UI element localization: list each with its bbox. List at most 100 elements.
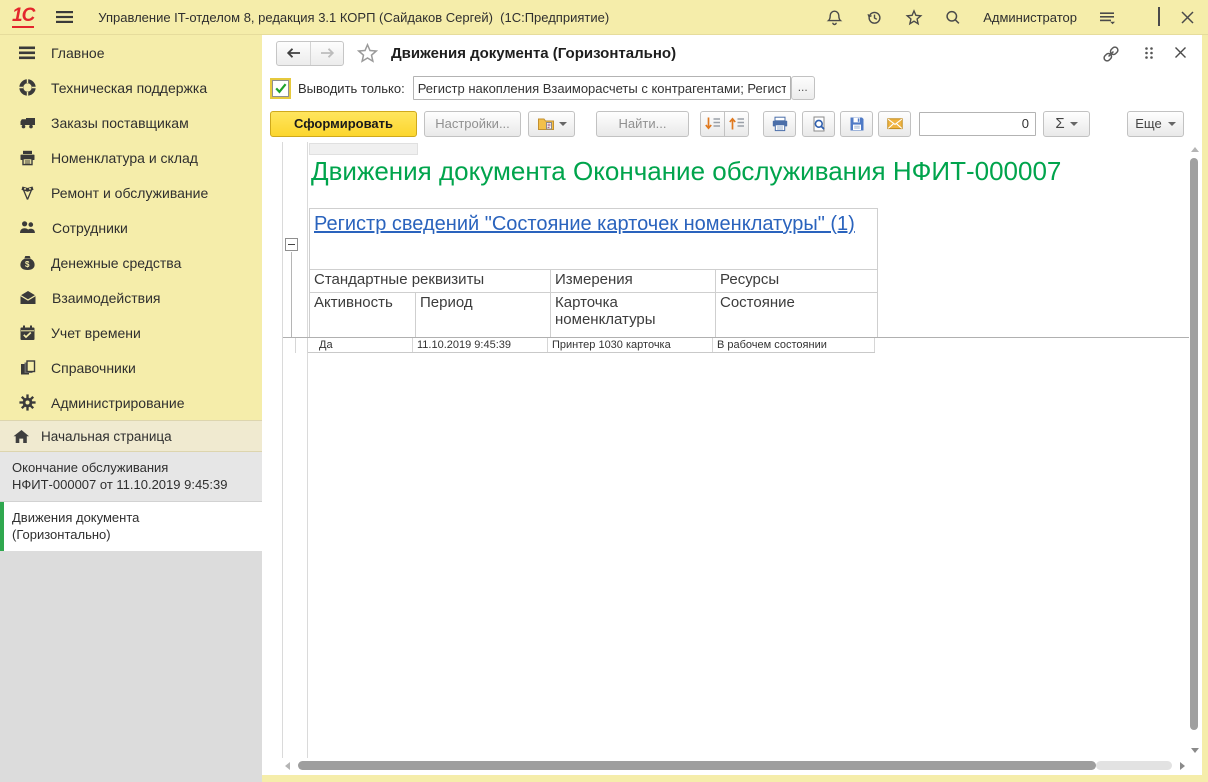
books-icon: [19, 360, 36, 376]
sort-ascending-button[interactable]: [724, 111, 749, 137]
chevron-down-icon: [559, 122, 567, 126]
send-email-button[interactable]: [878, 111, 911, 137]
window-right-edge: [1202, 35, 1208, 782]
horizontal-scrollbar[interactable]: [282, 758, 1188, 774]
forward-button[interactable]: [310, 42, 343, 65]
sidebar-item-interactions[interactable]: Взаимодействия: [0, 280, 262, 315]
app-titlebar: 1С Управление IT-отделом 8, редакция 3.1…: [0, 0, 1208, 35]
group-connector-line: [291, 252, 292, 337]
get-link-icon[interactable]: [1100, 44, 1122, 64]
window-header: Движения документа (Горизонтально): [262, 35, 1202, 71]
save-floppy-icon: [848, 116, 866, 132]
truck-icon: [19, 115, 36, 130]
column-header-row: Активность Период Карточка номенклатуры …: [310, 293, 877, 337]
menu-icon: [19, 46, 36, 60]
service-menu-icon[interactable]: [1098, 9, 1116, 26]
group-header-row: Стандартные реквизиты Измерения Ресурсы: [310, 270, 877, 293]
favorites-star-icon[interactable]: [905, 9, 923, 26]
vertical-scrollbar[interactable]: [1188, 142, 1201, 758]
scroll-left-arrow[interactable]: [285, 762, 290, 770]
window-bottom-edge: [262, 775, 1208, 782]
report-title: Движения документа Окончание обслуживани…: [311, 154, 1189, 188]
envelope-icon: [19, 290, 37, 305]
settings-button[interactable]: Настройки...: [424, 111, 521, 137]
save-button[interactable]: [840, 111, 873, 137]
registers-filter-input[interactable]: [413, 76, 791, 100]
mail-envelope-icon: [886, 116, 904, 131]
close-window-icon[interactable]: [1174, 46, 1187, 59]
main-window: Движения документа (Горизонтально) Вывод…: [262, 35, 1208, 782]
column-header-cell: Карточка номенклатуры: [550, 293, 715, 337]
close-app-button[interactable]: [1181, 11, 1194, 24]
calendar-check-icon: [19, 325, 36, 341]
collapse-group-button[interactable]: [285, 238, 298, 251]
sidebar-item-nomenclature[interactable]: Номенклатура и склад: [0, 140, 262, 175]
sidebar-empty-area: [0, 551, 262, 782]
main-menu-icon[interactable]: [56, 10, 74, 24]
sidebar-item-administration[interactable]: Администрирование: [0, 385, 262, 420]
scroll-up-arrow[interactable]: [1191, 147, 1199, 152]
table-cell: 11.10.2019 9:45:39: [413, 338, 548, 352]
find-button[interactable]: Найти...: [596, 111, 689, 137]
chevron-down-icon: [1070, 122, 1078, 126]
people-icon: [19, 220, 37, 235]
app-title: Управление IT-отделом 8, редакция 3.1 КО…: [98, 10, 609, 25]
current-user-label[interactable]: Администратор: [983, 10, 1077, 25]
report-variants-button[interactable]: [528, 111, 575, 137]
history-icon[interactable]: [865, 9, 884, 26]
sidebar-item-directories[interactable]: Справочники: [0, 350, 262, 385]
chevron-down-icon: [1168, 122, 1176, 126]
group-header-cell: Измерения: [550, 270, 715, 292]
back-button[interactable]: [277, 42, 310, 65]
table-row: Да 11.10.2019 9:45:39 Принтер 1030 карто…: [283, 337, 1189, 353]
column-header-cell: Период: [415, 293, 550, 337]
print-preview-button[interactable]: [802, 111, 835, 137]
sidebar-item-repair[interactable]: Ремонт и обслуживание: [0, 175, 262, 210]
maximize-button[interactable]: [1158, 8, 1160, 26]
show-only-checkbox[interactable]: [272, 80, 289, 97]
more-menu-dots-icon[interactable]: [1143, 45, 1155, 61]
favorite-star-icon[interactable]: [357, 43, 378, 63]
sidebar-home-page[interactable]: Начальная страница: [0, 420, 262, 452]
sidebar: Главное Техническая поддержка Заказы пос…: [0, 35, 262, 782]
column-header-cell: Активность: [310, 293, 415, 337]
register-link-cell: Регистр сведений "Состояние карточек ном…: [310, 209, 877, 270]
more-actions-button[interactable]: Еще: [1127, 111, 1184, 137]
sidebar-item-time-tracking[interactable]: Учет времени: [0, 315, 262, 350]
vertical-scroll-thumb[interactable]: [1190, 158, 1198, 730]
grouping-strip: [283, 142, 308, 758]
sidebar-item-employees[interactable]: Сотрудники: [0, 210, 262, 245]
horizontal-scroll-thumb[interactable]: [298, 761, 1096, 770]
preview-icon: [810, 116, 828, 132]
window-title: Движения документа (Горизонтально): [391, 45, 676, 62]
table-cell: Принтер 1030 карточка: [548, 338, 713, 352]
open-window-item-document[interactable]: Окончание обслуживания НФИТ-000007 от 11…: [0, 452, 262, 502]
print-button[interactable]: [763, 111, 796, 137]
group-header-cell: Стандартные реквизиты: [310, 270, 550, 292]
register-link[interactable]: Регистр сведений "Состояние карточек ном…: [314, 213, 855, 235]
printer-icon: [19, 150, 36, 166]
table-cell: В рабочем состоянии: [713, 338, 875, 352]
sidebar-item-money[interactable]: $ Денежные средства: [0, 245, 262, 280]
show-only-label[interactable]: Выводить только:: [298, 81, 405, 96]
horizontal-scroll-track[interactable]: [1096, 761, 1172, 770]
scroll-down-arrow[interactable]: [1191, 748, 1199, 753]
autosum-sigma-button[interactable]: Σ: [1043, 111, 1090, 137]
column-header-cell: Состояние: [715, 293, 877, 337]
sidebar-item-supplier-orders[interactable]: Заказы поставщикам: [0, 105, 262, 140]
1c-logo: 1С: [12, 6, 34, 28]
gear-icon: [19, 394, 36, 411]
sidebar-item-glavnoe[interactable]: Главное: [0, 35, 262, 70]
notifications-bell-icon[interactable]: [825, 9, 844, 26]
search-icon[interactable]: [944, 9, 962, 26]
open-window-item-movements-active[interactable]: Движения документа (Горизонтально): [0, 502, 262, 551]
autosum-value-field[interactable]: [919, 112, 1036, 136]
generate-button[interactable]: Сформировать: [270, 111, 417, 137]
sort-descending-button[interactable]: [700, 111, 725, 137]
filter-choose-button[interactable]: ...: [791, 76, 815, 100]
sidebar-item-tech-support[interactable]: Техническая поддержка: [0, 70, 262, 105]
flags-icon: [19, 185, 36, 201]
register-table: Регистр сведений "Состояние карточек ном…: [309, 208, 878, 338]
scroll-right-arrow[interactable]: [1180, 762, 1185, 770]
table-cell: Да: [308, 338, 413, 352]
